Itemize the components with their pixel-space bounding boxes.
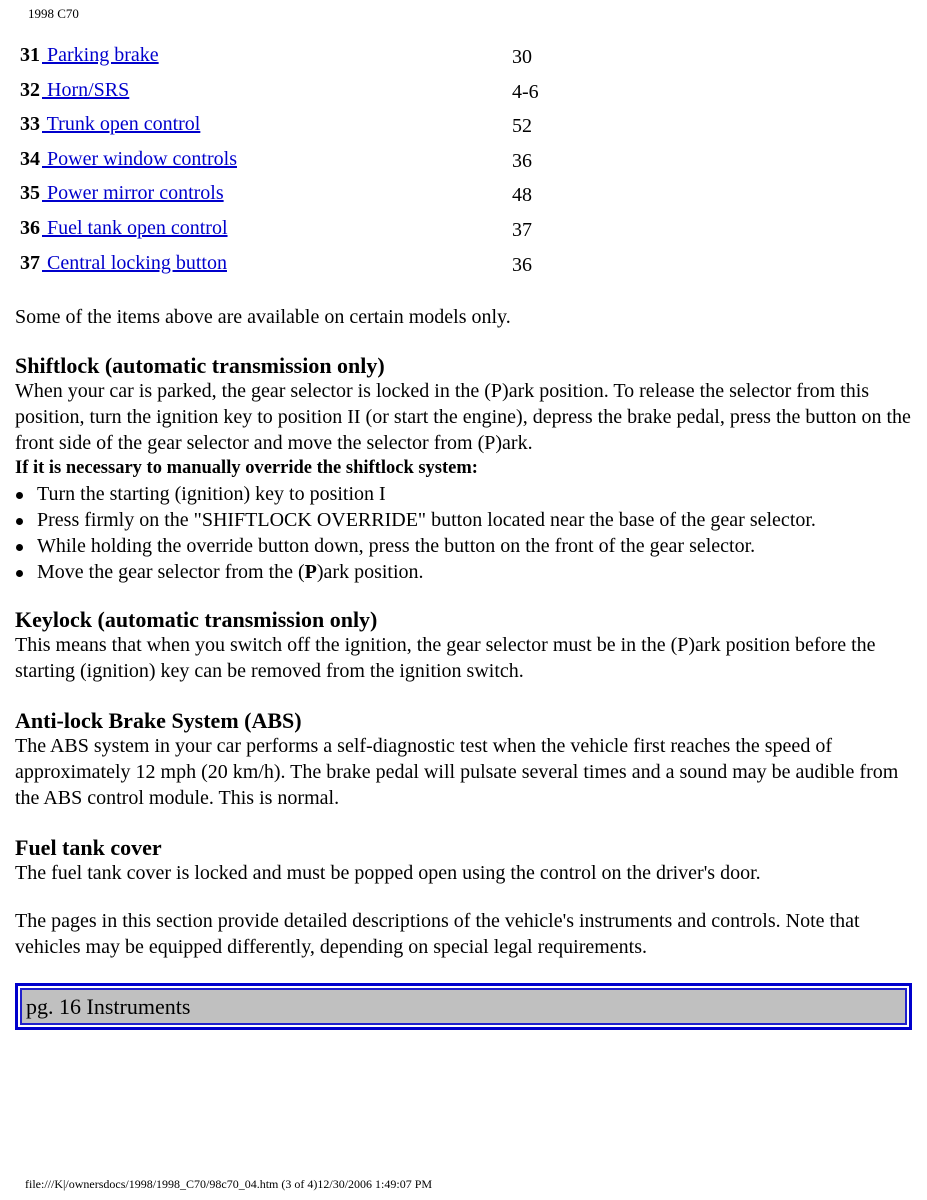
item-number: 31 bbox=[20, 44, 40, 66]
item-page: 36 bbox=[512, 253, 532, 276]
controls-index-table: 31 Parking brake 30 32 Horn/SRS 4-6 33 T… bbox=[20, 40, 620, 282]
next-page-nav[interactable]: pg. 16 Instruments bbox=[15, 983, 912, 1030]
step-text: Turn the starting (ignition) key to posi… bbox=[37, 483, 386, 506]
step-text-before: Move the gear selector from the ( bbox=[37, 560, 305, 583]
table-row: 31 Parking brake 30 bbox=[20, 40, 620, 75]
item-page: 4-6 bbox=[512, 80, 539, 103]
next-page-label[interactable]: pg. 16 Instruments bbox=[20, 988, 907, 1025]
keylock-section: Keylock (automatic transmission only) Th… bbox=[15, 606, 915, 685]
step-text: While holding the override button down, … bbox=[37, 534, 756, 557]
item-page: 52 bbox=[512, 115, 532, 138]
table-row: 33 Trunk open control 52 bbox=[20, 109, 620, 144]
bullet-icon bbox=[16, 569, 23, 577]
item-link-central-locking-button[interactable]: Central locking button bbox=[42, 252, 227, 275]
list-item: Press firmly on the "SHIFTLOCK OVERRIDE"… bbox=[15, 508, 915, 534]
fuel-tank-heading: Fuel tank cover bbox=[15, 835, 162, 860]
table-row: 37 Central locking button 36 bbox=[20, 248, 620, 283]
page-footer: file:///K|/ownersdocs/1998/1998_C70/98c7… bbox=[25, 1177, 433, 1191]
bullet-icon bbox=[16, 517, 23, 525]
abs-section: Anti-lock Brake System (ABS) The ABS sys… bbox=[15, 707, 915, 811]
item-number: 33 bbox=[20, 113, 40, 136]
item-link-power-mirror-controls[interactable]: Power mirror controls bbox=[42, 182, 224, 205]
section-intro-text: The pages in this section provide detail… bbox=[15, 910, 860, 958]
table-row: 32 Horn/SRS 4-6 bbox=[20, 75, 620, 110]
abs-heading: Anti-lock Brake System (ABS) bbox=[15, 708, 302, 733]
item-number: 37 bbox=[20, 251, 40, 274]
shiftlock-section: Shiftlock (automatic transmission only) … bbox=[15, 352, 915, 585]
list-item: Move the gear selector from the (P)ark p… bbox=[15, 560, 915, 586]
shiftlock-body: When your car is parked, the gear select… bbox=[15, 380, 911, 454]
override-heading: If it is necessary to manually override … bbox=[15, 458, 478, 479]
item-link-horn-srs[interactable]: Horn/SRS bbox=[42, 79, 129, 102]
availability-note: Some of the items above are available on… bbox=[15, 306, 511, 328]
item-number: 35 bbox=[20, 182, 40, 205]
step-text-after: )ark position. bbox=[316, 560, 424, 583]
table-row: 35 Power mirror controls 48 bbox=[20, 178, 620, 213]
section-intro: The pages in this section provide detail… bbox=[15, 909, 915, 961]
table-row: 34 Power window controls 36 bbox=[20, 144, 620, 179]
keylock-body: This means that when you switch off the … bbox=[15, 634, 876, 682]
item-number: 34 bbox=[20, 147, 40, 170]
bullet-icon bbox=[16, 543, 23, 551]
item-number: 32 bbox=[20, 78, 40, 101]
item-link-fuel-tank-open-control[interactable]: Fuel tank open control bbox=[42, 217, 228, 240]
abs-body: The ABS system in your car performs a se… bbox=[15, 735, 899, 809]
shiftlock-heading: Shiftlock (automatic transmission only) bbox=[15, 353, 385, 378]
override-steps-list: Turn the starting (ignition) key to posi… bbox=[15, 482, 915, 585]
fuel-tank-section: Fuel tank cover The fuel tank cover is l… bbox=[15, 834, 915, 887]
item-page: 36 bbox=[512, 149, 532, 172]
item-page: 30 bbox=[512, 46, 532, 68]
item-link-power-window-controls[interactable]: Power window controls bbox=[42, 148, 237, 171]
item-page: 37 bbox=[512, 218, 532, 241]
list-item: While holding the override button down, … bbox=[15, 534, 915, 560]
step-text-bold: P bbox=[304, 560, 317, 583]
item-page: 48 bbox=[512, 184, 532, 207]
item-link-trunk-open-control[interactable]: Trunk open control bbox=[42, 113, 201, 136]
page-header: 1998 C70 bbox=[28, 6, 79, 21]
step-text: Press firmly on the "SHIFTLOCK OVERRIDE"… bbox=[37, 508, 816, 531]
fuel-tank-body: The fuel tank cover is locked and must b… bbox=[15, 862, 761, 884]
list-item: Turn the starting (ignition) key to posi… bbox=[15, 482, 915, 508]
keylock-heading: Keylock (automatic transmission only) bbox=[15, 607, 378, 632]
bullet-icon bbox=[16, 492, 23, 500]
item-link-parking-brake[interactable]: Parking brake bbox=[42, 44, 159, 67]
table-row: 36 Fuel tank open control 37 bbox=[20, 213, 620, 248]
item-number: 36 bbox=[20, 216, 40, 239]
